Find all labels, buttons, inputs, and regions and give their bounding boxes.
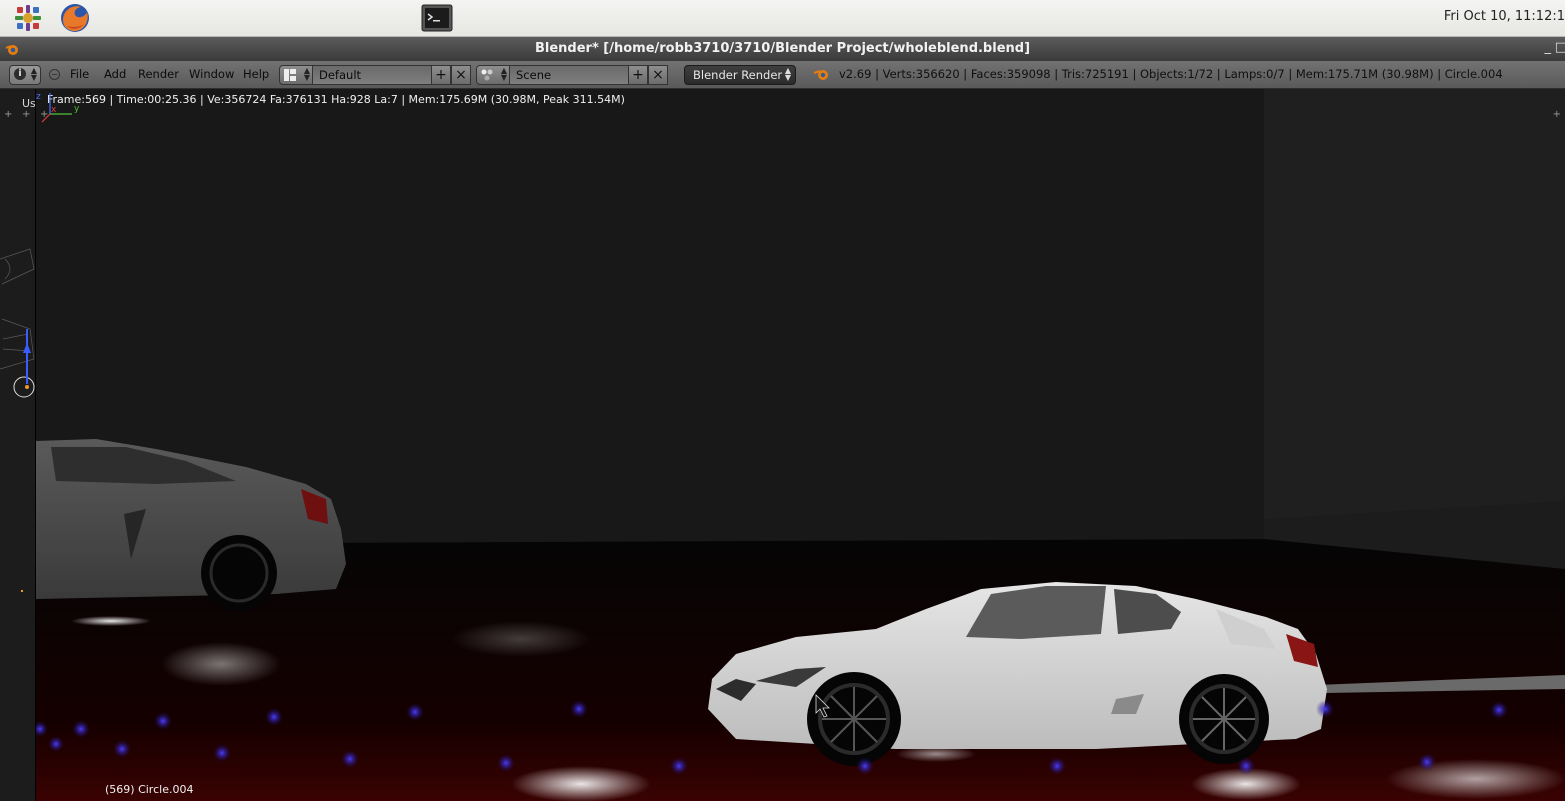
info-header: i ▲ ▼ − File Add Render Window Help ▲ ▼ De… [0,61,1565,89]
window-titlebar[interactable]: Blender* [/home/robb3710/3710/Blender Pr… [0,37,1565,61]
left-editor-area[interactable]: Us + + [0,89,36,801]
menu-file[interactable]: File [70,67,89,81]
terminal-icon[interactable] [421,4,453,32]
minimize-button[interactable]: _ [1545,40,1552,55]
render-info-overlay: Frame:569 | Time:00:25.36 | Ve:356724 Fa… [47,93,625,106]
area-corner-icon[interactable]: + [1553,109,1561,120]
screen-layout-field[interactable]: Default [312,65,432,85]
collapse-menu-icon[interactable]: − [49,69,60,80]
origin-marker [21,590,23,592]
updown-arrow-icon: ▲ ▼ [30,66,37,82]
scene-selector[interactable]: ▲ ▼ [476,65,511,85]
area-corner-icon[interactable]: + [22,109,30,120]
axis-gizmo-icon: z y x [36,92,80,123]
menu-help[interactable]: Help [243,67,269,81]
axis-z-label: z [36,92,41,102]
maximize-button[interactable]: □ [1555,40,1565,55]
rendered-scene [36,89,1565,801]
screen-layout-selector[interactable]: ▲ ▼ [279,65,314,85]
blender-logo-icon [813,70,828,80]
os-top-panel: Fri Oct 10, 11:12:1 [0,0,1565,37]
area-corner-icon[interactable]: + [4,109,12,120]
updown-arrow-icon: ▲ ▼ [303,66,310,82]
menu-add[interactable]: Add [104,67,126,81]
applications-icon[interactable] [12,2,44,34]
close-icon: × [652,67,664,83]
render-engine-dropdown[interactable]: Blender Render ▲ ▼ [684,65,796,85]
info-icon: i [14,68,26,80]
wireframe-preview [0,248,35,398]
add-screen-button[interactable]: + [431,65,451,85]
render-engine-label: Blender Render [693,68,783,82]
window-title: Blender* [/home/robb3710/3710/Blender Pr… [534,41,1031,56]
plus-icon: + [435,67,447,83]
menu-window[interactable]: Window [189,67,234,81]
close-icon: × [455,67,467,83]
updown-arrow-icon: ▲ ▼ [784,66,791,82]
active-object-label: (569) Circle.004 [105,783,194,796]
menu-render[interactable]: Render [138,67,179,81]
delete-scene-button[interactable]: × [648,65,668,85]
axis-x-label: x [51,105,57,115]
firefox-icon[interactable] [59,2,91,34]
editor-type-selector[interactable]: i ▲ ▼ [9,65,41,85]
3d-viewport-render[interactable]: Frame:569 | Time:00:25.36 | Ve:356724 Fa… [36,89,1565,801]
updown-arrow-icon: ▲ ▼ [500,66,507,82]
layout-grid-icon [284,69,296,81]
screen-layout-name: Default [319,68,362,82]
delete-screen-button[interactable]: × [451,65,471,85]
scene-statistics: v2.69 | Verts:356620 | Faces:359098 | Tr… [839,67,1503,81]
scene-name: Scene [516,68,552,82]
scene-field[interactable]: Scene [509,65,629,85]
scene-icon [481,69,493,81]
add-scene-button[interactable]: + [628,65,648,85]
plus-icon: + [632,67,644,83]
clock[interactable]: Fri Oct 10, 11:12:1 [1444,9,1565,24]
axis-y-label: y [74,104,80,114]
